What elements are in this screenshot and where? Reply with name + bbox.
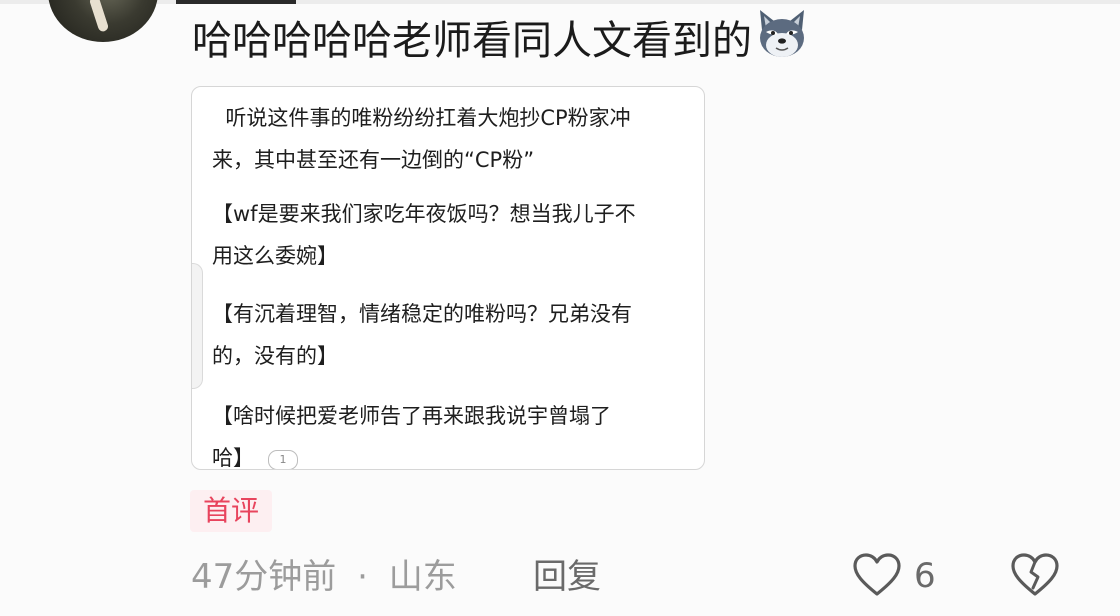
broken-heart-icon [1011,553,1059,596]
page-indicator: 1 [268,450,298,469]
like-button[interactable]: 6 [852,548,962,604]
dislike-button[interactable] [1010,550,1060,600]
comment-location: 山东 [388,557,457,597]
comment-time: 47分钟前 [191,557,337,597]
top-divider [0,0,1120,4]
heart-icon [853,553,901,596]
top-tab-indicator [176,0,296,4]
card-paragraph: 听说这件事的唯粉纷纷扛着大炮抄CP粉家冲 来，其中甚至还有一边倒的“CP粉” [212,106,631,172]
card-side-handle[interactable] [192,263,203,389]
card-paragraph-last: 【啥时候把爱老师告了再来跟我说宇曾塌了 哈】 1 [212,395,682,469]
meta-separator: · [357,557,368,597]
reply-button[interactable]: 回复 [533,552,601,602]
comment-screen: 哈哈哈哈哈老师看同人文看到的 听说这件事的唯粉纷纷扛着大炮抄CP粉家冲 来，其中… [0,0,1120,616]
like-count: 6 [914,556,936,596]
avatar[interactable] [48,0,158,42]
quoted-image-card[interactable]: 听说这件事的唯粉纷纷扛着大炮抄CP粉家冲 来，其中甚至还有一边倒的“CP粉” 【… [191,86,705,470]
card-paragraph: 【有沉着理智，情绪稳定的唯粉吗？兄弟没有 的，没有的】 [212,302,632,368]
comment-text: 哈哈哈哈哈老师看同人文看到的 [192,18,752,64]
wolf-dog-emoji-icon [760,10,804,57]
card-paragraph: 【wf是要来我们家吃年夜饭吗？想当我儿子不 用这么委婉】 [212,202,636,268]
comment-meta: 47分钟前 · 山东 [191,552,457,602]
comment-body: 哈哈哈哈哈老师看同人文看到的 [192,6,810,69]
first-comment-badge: 首评 [190,490,272,532]
